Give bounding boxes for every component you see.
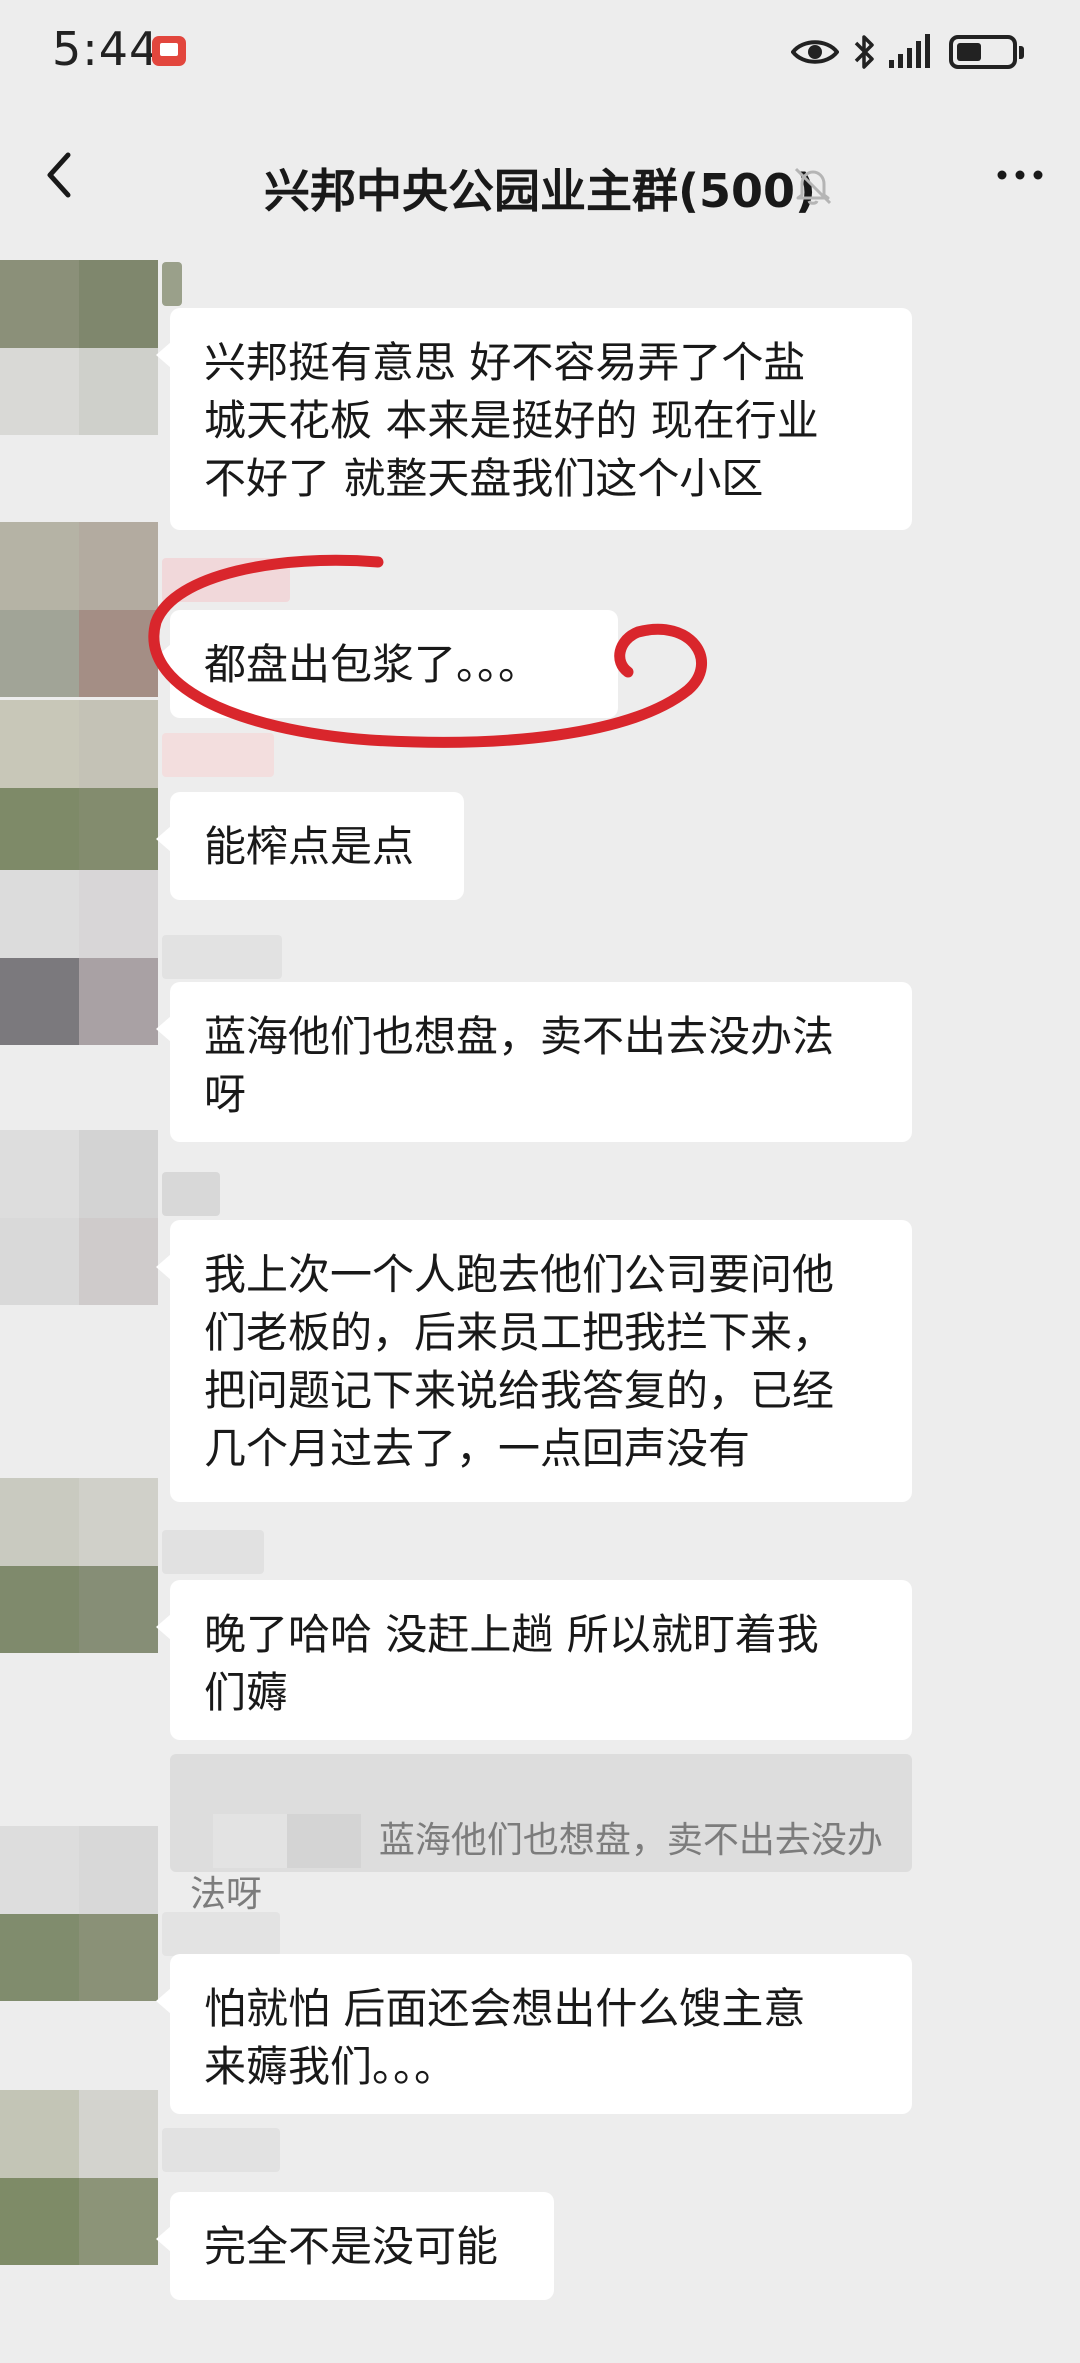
message-bubble[interactable]: 兴邦挺有意思 好不容易弄了个盐 城天花板 本来是挺好的 现在行业 不好了 就整天… bbox=[156, 308, 912, 530]
quote-sender-blur bbox=[212, 1814, 361, 1868]
message-bubble[interactable]: 蓝海他们也想盘，卖不出去没办法 呀 bbox=[156, 982, 912, 1142]
status-bar: 5:44 bbox=[0, 0, 1080, 105]
avatar[interactable] bbox=[0, 1478, 158, 1653]
message-bubble[interactable]: 怕就怕 后面还会想出什么馊主意 来薅我们。。。 bbox=[156, 1954, 912, 2114]
message-bubble[interactable]: 完全不是没可能 bbox=[156, 2192, 554, 2300]
sender-nickname bbox=[162, 262, 182, 306]
battery-cap bbox=[1019, 45, 1024, 59]
notification-icon bbox=[152, 36, 186, 66]
status-time: 5:44 bbox=[52, 22, 160, 76]
avatar[interactable] bbox=[0, 2090, 158, 2265]
message-bubble[interactable]: 晚了哈哈 没赶上趟 所以就盯着我 们薅 bbox=[156, 1580, 912, 1740]
avatar[interactable] bbox=[0, 700, 158, 875]
sender-nickname bbox=[162, 1530, 264, 1574]
message-bubble[interactable]: 都盘出包浆了。。。 bbox=[156, 610, 618, 718]
signal-icon bbox=[889, 34, 930, 68]
avatar[interactable] bbox=[0, 870, 158, 1045]
avatar[interactable] bbox=[0, 522, 158, 697]
quoted-message[interactable]: 蓝海他们也想盘，卖不出去没办 法呀 bbox=[170, 1754, 912, 1915]
sender-nickname bbox=[162, 733, 274, 777]
avatar[interactable] bbox=[0, 1130, 158, 1305]
bluetooth-icon bbox=[854, 35, 874, 69]
message-bubble[interactable]: 我上次一个人跑去他们公司要问他 们老板的，后来员工把我拦下来， 把问题记下来说给… bbox=[156, 1220, 912, 1502]
sender-nickname bbox=[162, 558, 290, 602]
avatar[interactable] bbox=[0, 260, 158, 435]
sender-nickname bbox=[162, 935, 282, 979]
more-icon[interactable] bbox=[988, 143, 1052, 207]
status-icons bbox=[777, 30, 1024, 74]
battery-icon bbox=[949, 35, 1017, 69]
message-bubble[interactable]: 能榨点是点 bbox=[156, 792, 464, 900]
chat-header: 兴邦中央公园业主群(500) bbox=[0, 105, 1080, 245]
sender-nickname bbox=[162, 1172, 220, 1216]
mute-bell-icon bbox=[794, 167, 832, 205]
sender-nickname bbox=[162, 2128, 280, 2172]
sender-nickname bbox=[162, 1912, 280, 1956]
chat-title[interactable]: 兴邦中央公园业主群(500) bbox=[0, 155, 1080, 221]
avatar[interactable] bbox=[0, 1826, 158, 2001]
eye-icon bbox=[791, 40, 839, 64]
